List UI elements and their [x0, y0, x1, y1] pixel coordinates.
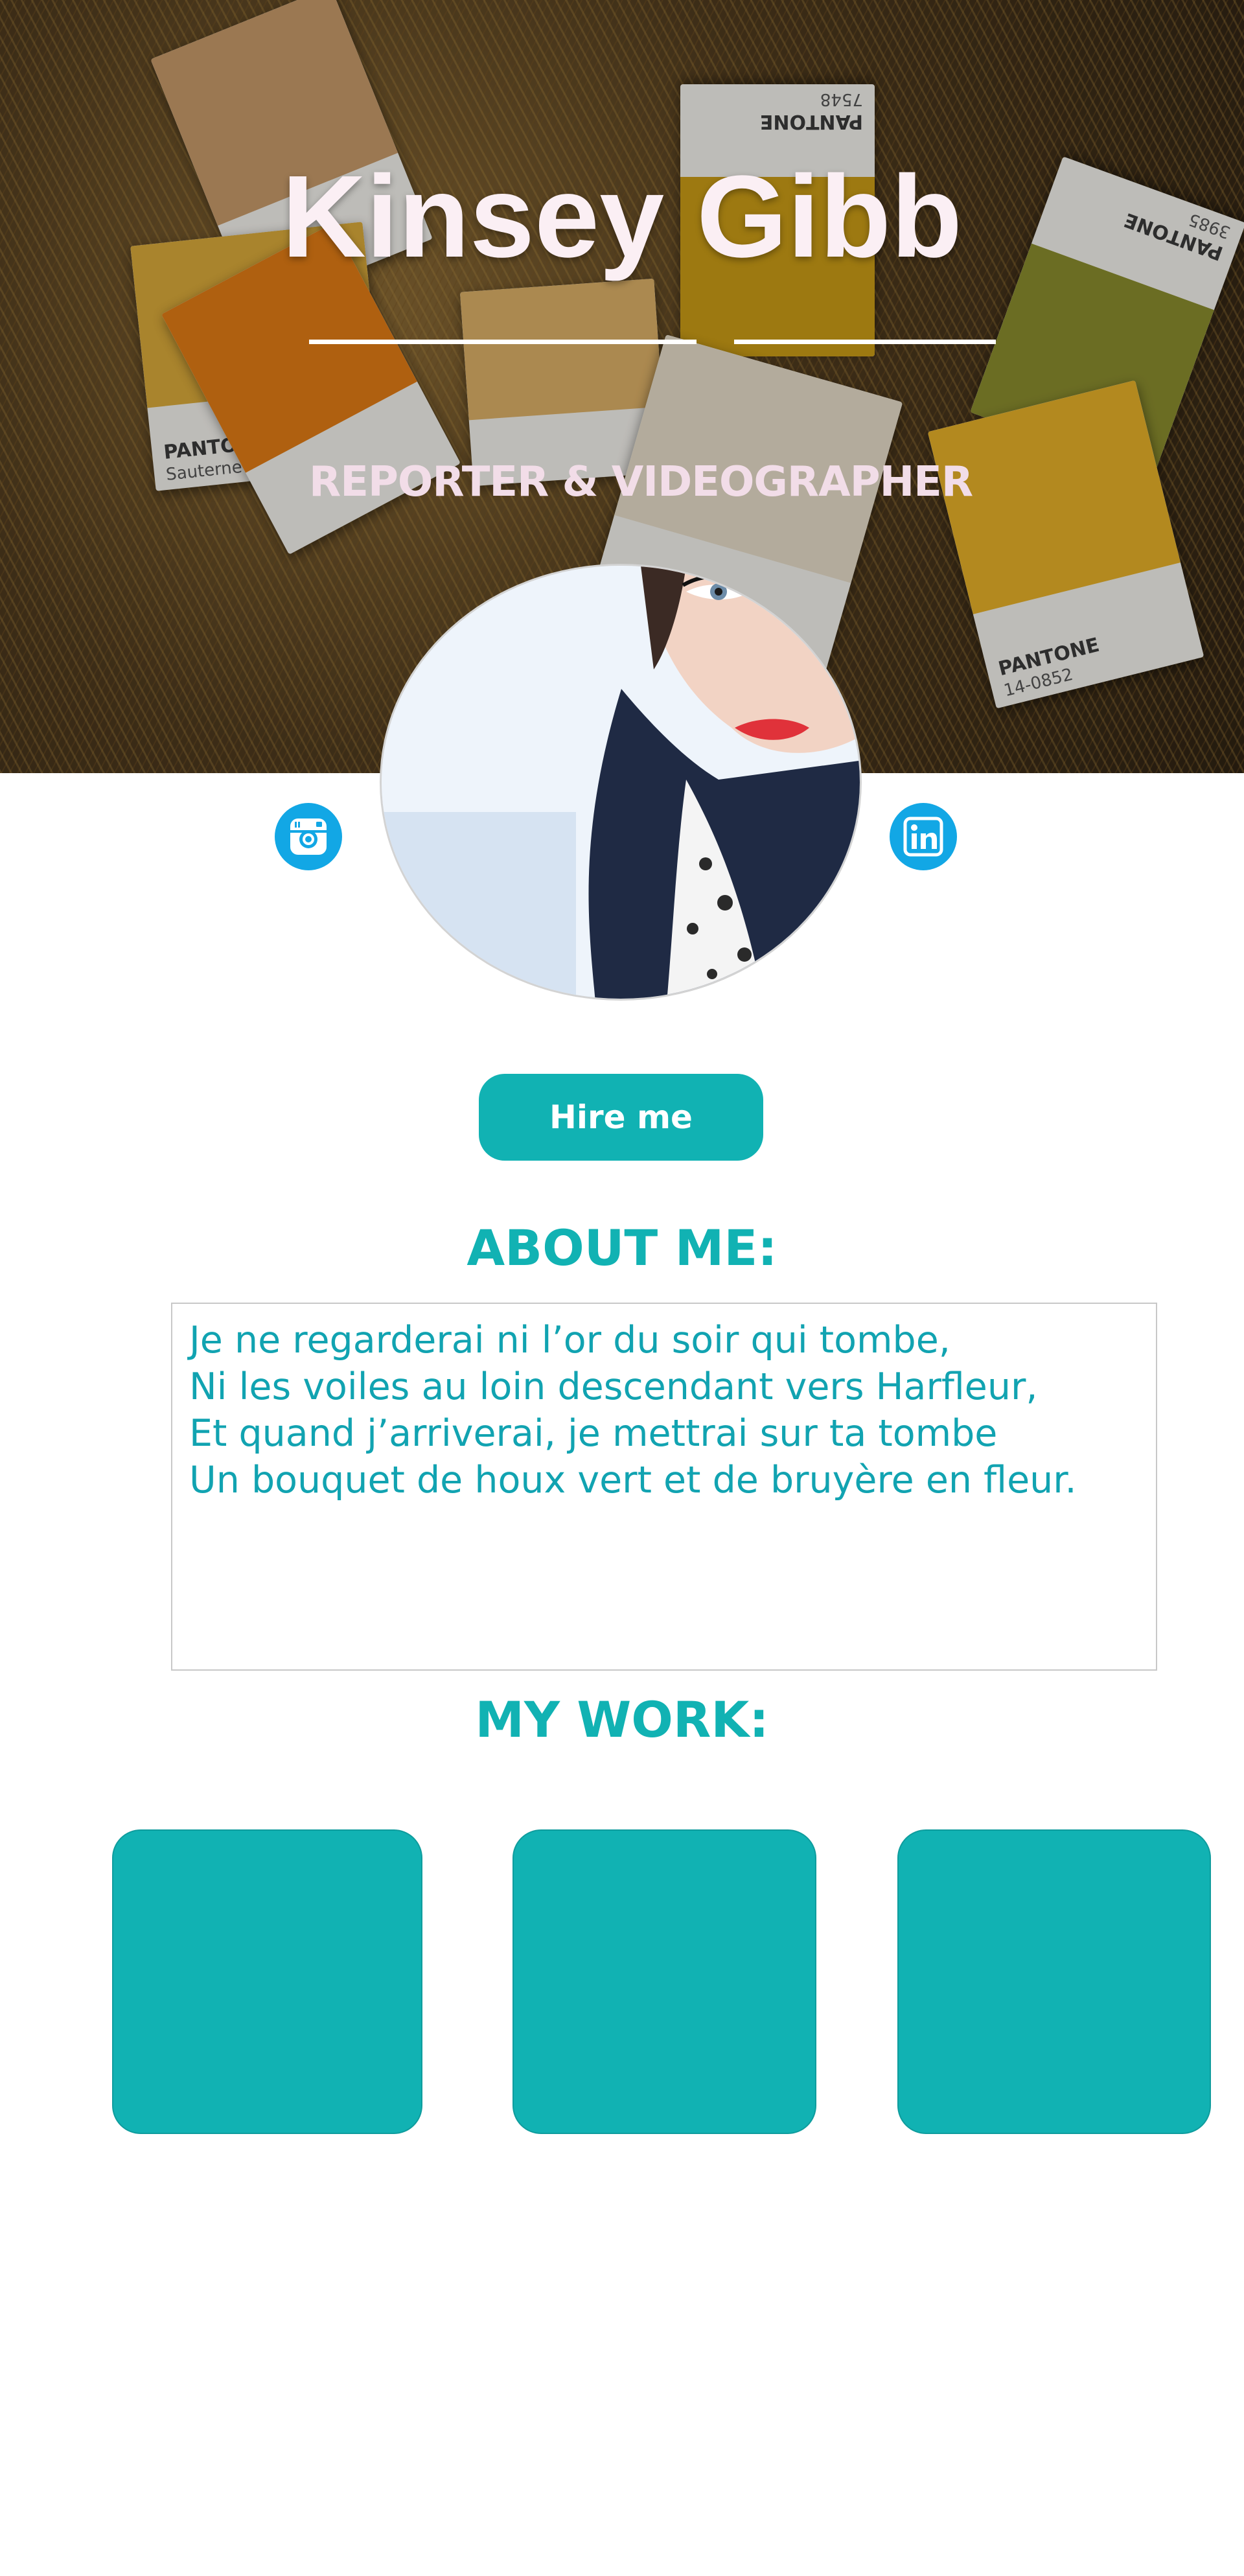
title-underline-right — [734, 340, 996, 344]
work-tile-3[interactable] — [897, 1829, 1211, 2134]
about-text-box[interactable]: Je ne regarderai ni l’or du soir qui tom… — [171, 1303, 1157, 1671]
about-line: Je ne regarderai ni l’or du soir qui tom… — [189, 1319, 950, 1362]
profile-photo-illustration — [382, 566, 860, 999]
hire-me-button[interactable]: Hire me — [479, 1074, 763, 1161]
profile-photo — [380, 564, 862, 1001]
page-title: Kinsey Gibb — [281, 152, 963, 282]
work-tile-2[interactable] — [513, 1829, 816, 2134]
linkedin-icon — [903, 817, 943, 857]
work-tile-1[interactable] — [112, 1829, 422, 2134]
work-heading: MY WORK: — [475, 1691, 769, 1748]
about-line: Ni les voiles au loin descendant vers Ha… — [189, 1365, 1038, 1408]
linkedin-link[interactable] — [890, 803, 957, 870]
about-line: Un bouquet de houx vert et de bruyère en… — [189, 1459, 1077, 1502]
instagram-icon — [290, 818, 327, 855]
title-underline-left — [309, 340, 697, 344]
about-line: Et quand j’arriverai, je mettrai sur ta … — [189, 1412, 998, 1455]
tagline: REPORTER & VIDEOGRAPHER — [309, 458, 973, 506]
about-heading: ABOUT ME: — [466, 1219, 778, 1277]
instagram-link[interactable] — [275, 803, 342, 870]
